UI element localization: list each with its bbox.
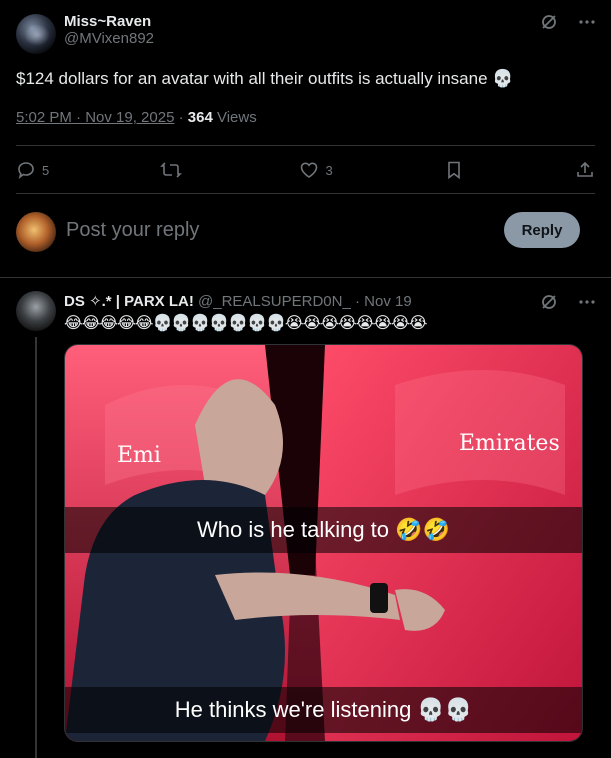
bookmark-action[interactable]	[444, 160, 464, 180]
reply-icon	[18, 162, 34, 180]
repost-icon	[160, 162, 183, 178]
views-count: 364	[187, 109, 213, 126]
post-author: Miss~Raven @MVixen892	[64, 13, 154, 47]
bookmark-icon	[448, 161, 460, 180]
post-text: $124 dollars for an avatar with all thei…	[16, 69, 514, 88]
comment-date[interactable]: · Nov 19	[355, 293, 412, 310]
comment-text: 😂😂😂😂😂💀💀💀💀💀💀💀😭😭😭😭😭😭😭😭	[64, 315, 427, 332]
reply-button[interactable]: Reply	[504, 212, 580, 248]
post-top-actions	[539, 12, 597, 32]
current-user-avatar	[16, 212, 56, 252]
divider	[16, 193, 595, 194]
more-icon[interactable]	[577, 12, 597, 32]
comment-header: DS ✧.* | PARX LA! @_REALSUPERD0N_ · Nov …	[64, 292, 412, 310]
like-action[interactable]: 3	[299, 160, 333, 180]
reply-input[interactable]: Post your reply	[66, 219, 199, 242]
heart-icon	[301, 162, 318, 178]
more-icon[interactable]	[577, 292, 597, 312]
caption-top: Who is he talking to 🤣🤣	[65, 507, 582, 553]
comment-top-actions	[539, 292, 597, 312]
repost-action[interactable]	[160, 160, 188, 180]
post-author-avatar[interactable]	[16, 14, 56, 54]
post-meta: 5:02 PM · Nov 19, 2025 · 364 Views	[16, 109, 257, 126]
post-timestamp[interactable]: 5:02 PM · Nov 19, 2025	[16, 109, 174, 126]
comment-author-name[interactable]: DS ✧.* | PARX LA!	[64, 293, 194, 310]
emirates-logo-right: Emirates	[459, 431, 560, 456]
share-icon	[577, 161, 593, 177]
reply-count: 5	[42, 162, 50, 178]
share-action[interactable]	[575, 160, 595, 180]
post-actions: 5 3	[16, 158, 595, 182]
reply-action[interactable]: 5	[16, 160, 49, 180]
comment-author-avatar[interactable]	[16, 291, 56, 331]
comment-image[interactable]: Emi Emirates Who is he talking to 🤣🤣 He …	[64, 344, 583, 742]
comment-author-handle[interactable]: @_REALSUPERD0N_	[198, 293, 351, 310]
divider	[16, 145, 595, 146]
caption-bottom: He thinks we're listening 💀💀	[65, 687, 582, 733]
divider	[0, 277, 611, 278]
grok-icon[interactable]	[539, 12, 559, 32]
post-author-name[interactable]: Miss~Raven	[64, 13, 154, 30]
emirates-logo-left: Emi	[117, 443, 161, 468]
post-author-handle[interactable]: @MVixen892	[64, 30, 154, 47]
like-count: 3	[325, 162, 333, 178]
views-label: Views	[216, 109, 257, 126]
thread-line	[35, 337, 37, 758]
grok-icon[interactable]	[539, 292, 559, 312]
